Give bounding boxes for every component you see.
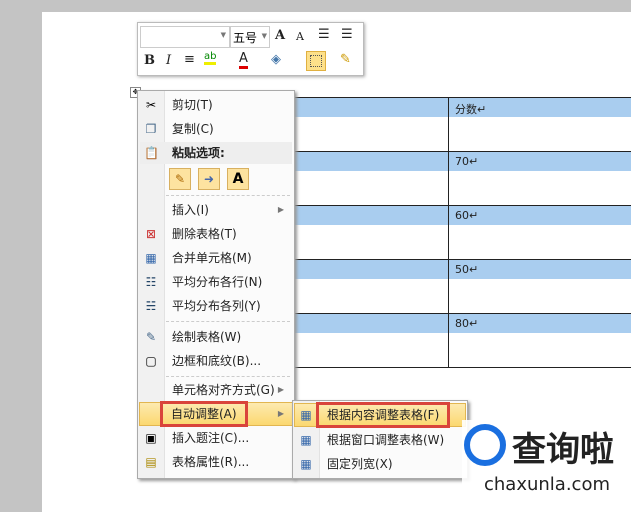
menu-label: 粘贴选项: [172,146,225,160]
menu-label: 根据内容调整表格(F) [315,402,451,428]
menu-item-cut[interactable]: ✂ 剪切(T) [140,94,292,116]
menu-item-distribute-rows[interactable]: ☷ 平均分布各行(N) [140,271,292,293]
submenu-item-autofit-contents[interactable]: ▦ 根据内容调整表格(F) [294,402,466,428]
menu-label: 合并单元格(M) [172,251,252,265]
logo-q-icon [464,424,506,466]
scissors-icon: ✂ [145,98,157,112]
delete-table-icon: ⊠ [145,227,157,241]
cell-value: 80↵ [455,317,479,330]
paste-keep-source-icon[interactable]: ✎ [169,168,191,190]
menu-label: 复制(C) [172,122,214,136]
table-row[interactable]: 80↵ [290,313,631,367]
table[interactable]: 分数↵ 70↵ 60↵ 50↵ 80↵ [290,97,631,368]
menu-label: 单元格对齐方式(G) [172,383,275,397]
center-align-icon[interactable]: ≡ [184,52,195,67]
bold-button[interactable]: B [144,53,155,68]
menu-item-paste-options: 📋 粘贴选项: [140,142,292,164]
menu-item-cell-alignment[interactable]: 单元格对齐方式(G) ▶ [140,379,292,401]
cell-value: 50↵ [455,263,479,276]
cell-value: 60↵ [455,209,479,222]
font-size-value: 五号 [233,31,258,45]
font-color-button[interactable]: A [239,52,248,69]
paste-icon: 📋 [144,146,159,160]
menu-item-autofit[interactable]: 自动调整(A) ▶ [139,401,293,427]
menu-label: 绘制表格(W) [172,330,242,344]
menu-item-merge-cells[interactable]: ▦ 合并单元格(M) [140,247,292,269]
table-row[interactable]: 分数↵ [290,97,631,151]
grow-font-button[interactable]: A [275,28,285,43]
autofit-window-icon: ▦ [300,433,312,447]
table-header-score: 分数↵ [455,103,487,116]
font-name-dropdown[interactable]: ▼ [140,26,230,48]
watermark-url: chaxunla.com [484,474,610,495]
italic-button[interactable]: I [166,53,171,68]
increase-indent-icon[interactable]: ☰ [341,27,353,42]
borders-icon: ▢ [145,354,157,368]
menu-label: 插入题注(C)... [172,431,250,445]
menu-label: 固定列宽(X) [327,457,393,471]
menu-label: 自动调整(A) [160,401,248,427]
submenu-arrow-icon: ▶ [277,205,284,214]
context-menu: ✂ 剪切(T) ❐ 复制(C) 📋 粘贴选项: ✎ ➜ A 插入(I) ▶ ⊠ 删除表格(… [137,90,295,479]
menu-item-draw-table[interactable]: ✎ 绘制表格(W) [140,326,292,348]
table-row[interactable]: 50↵ [290,259,631,313]
format-painter-icon[interactable]: ✎ [340,52,351,67]
paste-merge-format-icon[interactable]: ➜ [198,168,220,190]
submenu-item-fixed-width[interactable]: ▦ 固定列宽(X) [295,453,465,475]
menu-item-table-properties[interactable]: ▤ 表格属性(R)... [140,451,292,473]
cell-value: 70↵ [455,155,479,168]
menu-label: 平均分布各列(Y) [172,299,261,313]
menu-label: 平均分布各行(N) [172,275,263,289]
submenu-arrow-icon: ▶ [277,409,284,418]
menu-label: 边框和底纹(B)... [172,354,262,368]
menu-label: 表格属性(R)... [172,455,250,469]
menu-item-copy[interactable]: ❐ 复制(C) [140,118,292,140]
menu-label: 插入(I) [172,203,209,217]
menu-label: 剪切(T) [172,98,213,112]
mini-toolbar: ▼ 五号 ▼ A A ☰ ☰ B I ≡ ab A ◈ ✎ [137,22,364,76]
distribute-rows-icon: ☷ [145,275,157,289]
shrink-font-button[interactable]: A [296,30,304,43]
copy-icon: ❐ [145,122,157,136]
font-size-dropdown[interactable]: 五号 ▼ [230,26,270,48]
merge-cells-icon: ▦ [145,251,157,265]
table-properties-icon: ▤ [145,455,157,469]
menu-item-insert[interactable]: 插入(I) ▶ [140,199,292,221]
menu-item-delete-table[interactable]: ⊠ 删除表格(T) [140,223,292,245]
menu-item-distribute-columns[interactable]: ☵ 平均分布各列(Y) [140,295,292,317]
watermark-name: 查询啦 [512,430,614,470]
table-row[interactable]: 60↵ [290,205,631,259]
menu-item-insert-caption[interactable]: ▣ 插入题注(C)... [140,427,292,449]
submenu-arrow-icon: ▶ [277,385,284,394]
submenu-item-autofit-window[interactable]: ▦ 根据窗口调整表格(W) [295,429,465,451]
draw-table-icon: ✎ [145,330,157,344]
menu-label: 根据窗口调整表格(W) [327,433,445,447]
fixed-width-icon: ▦ [300,457,312,471]
paste-keep-text-icon[interactable]: A [227,168,249,190]
highlight-icon[interactable]: ab [204,51,217,65]
borders-button-icon[interactable] [306,51,326,71]
menu-item-borders-shading[interactable]: ▢ 边框和底纹(B)... [140,350,292,372]
menu-label: 删除表格(T) [172,227,237,241]
autofit-submenu: ▦ 根据内容调整表格(F) ▦ 根据窗口调整表格(W) ▦ 固定列宽(X) [292,400,468,479]
distribute-columns-icon: ☵ [145,299,157,313]
table-row[interactable]: 70↵ [290,151,631,205]
caption-icon: ▣ [145,431,157,445]
autofit-contents-icon: ▦ [300,408,312,422]
decrease-indent-icon[interactable]: ☰ [318,27,330,42]
watermark-logo: 查询啦 chaxunla.com [462,420,631,503]
shading-icon[interactable]: ◈ [271,52,281,67]
